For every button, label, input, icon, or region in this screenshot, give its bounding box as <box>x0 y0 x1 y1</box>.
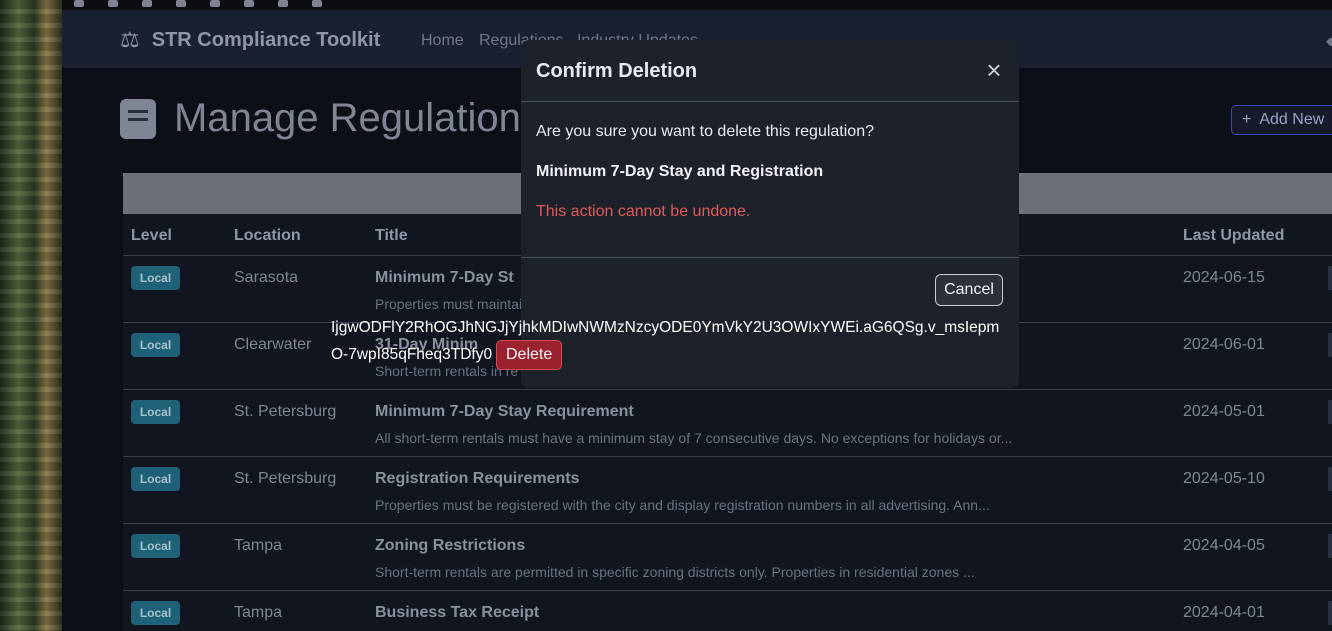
cancel-button[interactable]: Cancel <box>935 274 1003 306</box>
description-cell: Properties must be registered with the c… <box>375 497 990 513</box>
user-menu-icon[interactable]: ◆ <box>1326 34 1332 48</box>
row-action-button[interactable] <box>1328 467 1332 491</box>
desktop-background <box>0 0 62 631</box>
title-cell: Registration Requirements <box>375 470 580 487</box>
nav-home[interactable]: Home <box>421 32 464 50</box>
row-action-button[interactable] <box>1328 266 1332 290</box>
description-cell: Properties must maintai <box>375 296 523 312</box>
location-cell: Sarasota <box>234 269 299 286</box>
date-cell: 2024-04-01 <box>1183 604 1265 621</box>
location-cell: Clearwater <box>234 336 312 353</box>
tab-favicon-icon[interactable] <box>176 0 186 7</box>
level-badge: Local <box>131 601 180 625</box>
table-row[interactable]: Local St. Petersburg Registration Requir… <box>123 457 1332 524</box>
row-action-button[interactable] <box>1328 400 1332 424</box>
warning-text: This action cannot be undone. <box>536 203 751 220</box>
plus-icon: + <box>1242 111 1252 128</box>
title-cell: Zoning Restrictions <box>375 537 526 554</box>
column-header-title: Title <box>375 227 408 244</box>
column-header-location: Location <box>234 227 301 244</box>
title-cell: Business Tax Receipt <box>375 604 540 621</box>
brand[interactable]: ⚖ STR Compliance Toolkit <box>120 27 380 53</box>
table-row[interactable]: Local Tampa Business Tax Receipt 2024-04… <box>123 591 1332 631</box>
csrf-token-text: IjgwODFlY2RhOGJhNGJjYjhkMDIwNWMzNzcyODE0… <box>331 319 1000 364</box>
title-cell: Minimum 7-Day Stay Requirement <box>375 403 634 420</box>
level-badge: Local <box>131 266 180 290</box>
date-cell: 2024-06-15 <box>1183 269 1265 286</box>
modal-body: Are you sure you want to delete this reg… <box>536 123 1004 221</box>
tab-favicon-icon[interactable] <box>244 0 254 7</box>
location-cell: Tampa <box>234 604 283 621</box>
date-cell: 2024-06-01 <box>1183 336 1265 353</box>
date-cell: 2024-05-01 <box>1183 403 1265 420</box>
tab-favicon-icon[interactable] <box>210 0 220 7</box>
modal-footer-divider <box>521 257 1019 258</box>
add-new-button[interactable]: + Add New <box>1231 105 1332 135</box>
date-cell: 2024-05-10 <box>1183 470 1265 487</box>
close-icon[interactable]: × <box>983 57 1005 83</box>
delete-form: IjgwODFlY2RhOGJhNGJjYjhkMDIwNWMzNzcyODE0… <box>331 316 1003 370</box>
table-row[interactable]: Local St. Petersburg Minimum 7-Day Stay … <box>123 390 1332 457</box>
location-cell: Tampa <box>234 537 283 554</box>
column-header-level: Level <box>131 227 172 244</box>
row-action-button[interactable] <box>1328 333 1332 357</box>
location-cell: St. Petersburg <box>234 470 337 487</box>
column-header-last-updated: Last Updated <box>1183 227 1285 244</box>
browser-tab-strip <box>62 0 1332 10</box>
description-cell: All short-term rentals must have a minim… <box>375 430 1013 446</box>
row-action-button[interactable] <box>1328 534 1332 558</box>
date-cell: 2024-04-05 <box>1183 537 1265 554</box>
level-badge: Local <box>131 333 180 357</box>
page-header: Manage Regulations <box>120 96 541 141</box>
title-cell: Minimum 7-Day St <box>375 269 514 286</box>
confirm-question: Are you sure you want to delete this reg… <box>536 123 874 140</box>
description-cell: Short-term rentals are permitted in spec… <box>375 564 975 580</box>
table-row[interactable]: Local Tampa Zoning Restrictions Short-te… <box>123 524 1332 591</box>
add-new-label: Add New <box>1259 111 1325 128</box>
regulation-name: Minimum 7-Day Stay and Registration <box>536 163 824 180</box>
book-icon <box>120 98 156 139</box>
tab-favicon-icon[interactable] <box>312 0 322 7</box>
level-badge: Local <box>131 534 180 558</box>
modal-title: Confirm Deletion <box>536 60 698 82</box>
page-title: Manage Regulations <box>174 96 541 140</box>
tab-favicon-icon[interactable] <box>142 0 152 7</box>
tab-favicon-icon[interactable] <box>74 0 84 7</box>
delete-button[interactable]: Delete <box>496 340 563 370</box>
tab-favicon-icon[interactable] <box>108 0 118 7</box>
level-badge: Local <box>131 467 180 491</box>
brand-name: STR Compliance Toolkit <box>151 28 381 51</box>
row-action-button[interactable] <box>1328 601 1332 625</box>
modal-header: Confirm Deletion × <box>521 40 1019 102</box>
balance-scale-icon: ⚖ <box>120 27 140 52</box>
tab-favicon-icon[interactable] <box>278 0 288 7</box>
level-badge: Local <box>131 400 180 424</box>
location-cell: St. Petersburg <box>234 403 337 420</box>
